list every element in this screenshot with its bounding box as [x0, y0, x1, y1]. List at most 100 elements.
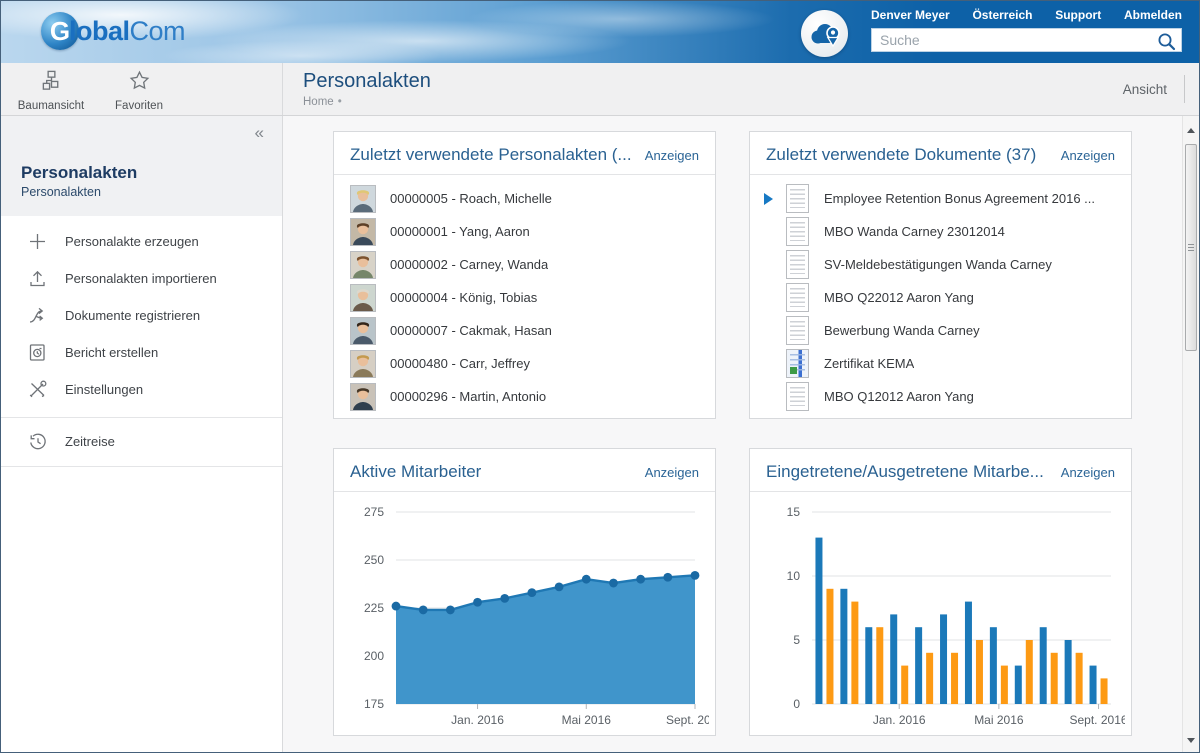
svg-text:250: 250 — [364, 553, 384, 567]
personnel-file-label: 00000007 - Cakmak, Hasan — [390, 323, 552, 338]
card-title: Eingetretene/Ausgetretene Mitarbe... — [766, 462, 1044, 482]
search-icon[interactable] — [1157, 32, 1176, 56]
svg-text:Mai 2016: Mai 2016 — [562, 713, 612, 727]
document-thumbnail-icon — [786, 217, 809, 246]
svg-text:10: 10 — [787, 569, 801, 583]
cloud-pin-icon[interactable] — [801, 10, 848, 57]
sidebar-item-personalakten-importieren[interactable]: Personalakten importieren — [1, 260, 282, 297]
divider — [1184, 75, 1185, 103]
personnel-file-item[interactable]: 00000001 - Yang, Aaron — [348, 215, 701, 248]
svg-text:Jan. 2016: Jan. 2016 — [451, 713, 504, 727]
avatar-photo — [350, 350, 376, 378]
user-name-link[interactable]: Denver Meyer — [871, 8, 950, 22]
app-window: G lobalCom Denver Meyer Österreich Support… — [0, 0, 1200, 753]
svg-text:175: 175 — [364, 697, 384, 711]
personnel-file-label: 00000002 - Carney, Wanda — [390, 257, 548, 272]
sidebar-header: « Personalakten Personalakten — [1, 116, 282, 216]
sidebar: « Personalakten Personalakten Personalak… — [1, 116, 283, 752]
document-label: Bewerbung Wanda Carney — [824, 323, 980, 338]
breadcrumb[interactable]: Home• — [303, 96, 1199, 108]
document-thumbnail-icon — [786, 316, 809, 345]
svg-text:0: 0 — [793, 697, 800, 711]
collapse-sidebar-button[interactable]: « — [21, 124, 264, 142]
svg-text:275: 275 — [364, 505, 384, 519]
sidebar-item-einstellungen[interactable]: Einstellungen — [1, 371, 282, 408]
page-title: Personalakten — [303, 70, 1199, 93]
personnel-file-item[interactable]: 00000480 - Carr, Jeffrey — [348, 347, 701, 380]
tree-view-button[interactable]: Baumansicht — [7, 63, 95, 115]
svg-text:Jan. 2016: Jan. 2016 — [873, 713, 926, 727]
support-link[interactable]: Support — [1055, 8, 1101, 22]
sidebar-item-zeitreise[interactable]: Zeitreise — [1, 423, 282, 460]
personnel-file-item[interactable]: 00000004 - König, Tobias — [348, 281, 701, 314]
document-item[interactable]: Employee Retention Bonus Agreement 2016 … — [764, 182, 1117, 215]
app-logo[interactable]: G lobalCom — [41, 12, 185, 50]
sidebar-item-label: Einstellungen — [65, 382, 143, 397]
sidebar-menu-secondary: Zeitreise — [1, 418, 282, 467]
country-link[interactable]: Österreich — [972, 8, 1032, 22]
sidebar-item-bericht-erstellen[interactable]: Bericht erstellen — [1, 334, 282, 371]
avatar-photo — [350, 383, 376, 411]
favorites-button[interactable]: Favoriten — [95, 63, 183, 115]
sidebar-item-dokumente-registrieren[interactable]: Dokumente registrieren — [1, 297, 282, 334]
active-employees-chart: 175200225250275Jan. 2016Mai 2016Sept. 20… — [334, 492, 715, 736]
document-label: Zertifikat KEMA — [824, 356, 914, 371]
dashboard: Zuletzt verwendete Personalakten (... An… — [283, 116, 1182, 752]
report-icon — [27, 342, 48, 363]
card-active-employees: Aktive Mitarbeiter Anzeigen 175200225250… — [333, 448, 716, 736]
show-link[interactable]: Anzeigen — [1061, 148, 1115, 163]
sidebar-item-personalakte-erzeugen[interactable]: Personalakte erzeugen — [1, 223, 282, 260]
logo-text: lobalCom — [69, 16, 185, 47]
document-thumbnail-icon — [786, 250, 809, 279]
plus-icon — [27, 231, 48, 252]
document-item[interactable]: MBO Wanda Carney 23012014 — [764, 215, 1117, 248]
vertical-scrollbar[interactable] — [1182, 116, 1199, 752]
sidebar-item-label: Personalakte erzeugen — [65, 234, 199, 249]
svg-text:15: 15 — [787, 505, 801, 519]
card-recent-documents: Zuletzt verwendete Dokumente (37) Anzeig… — [749, 131, 1132, 419]
search-input[interactable] — [872, 29, 1181, 51]
svg-text:5: 5 — [793, 633, 800, 647]
document-thumbnail-icon — [786, 382, 809, 411]
sidebar-menu: Personalakte erzeugen Personalakten impor… — [1, 216, 282, 418]
show-link[interactable]: Anzeigen — [1061, 465, 1115, 480]
sidebar-subtitle: Personalakten — [21, 185, 264, 199]
personnel-file-item[interactable]: 00000005 - Roach, Michelle — [348, 182, 701, 215]
document-item[interactable]: SV-Meldebestätigungen Wanda Carney — [764, 248, 1117, 281]
document-item[interactable]: Bewerbung Wanda Carney — [764, 314, 1117, 347]
view-button[interactable]: Ansicht — [1123, 82, 1167, 97]
document-thumbnail-icon — [786, 349, 809, 378]
scroll-down-button[interactable] — [1183, 732, 1199, 748]
history-icon — [27, 431, 48, 452]
document-label: SV-Meldebestätigungen Wanda Carney — [824, 257, 1052, 272]
scroll-up-button[interactable] — [1183, 122, 1199, 138]
register-icon — [27, 305, 48, 326]
document-item[interactable]: Zertifikat KEMA — [764, 347, 1117, 380]
document-item[interactable]: MBO Q12012 Aaron Yang — [764, 380, 1117, 413]
show-link[interactable]: Anzeigen — [645, 465, 699, 480]
show-link[interactable]: Anzeigen — [645, 148, 699, 163]
favorites-label: Favoriten — [115, 100, 163, 112]
sidebar-item-label: Zeitreise — [65, 434, 115, 449]
logout-link[interactable]: Abmelden — [1124, 8, 1182, 22]
personnel-file-item[interactable]: 00000296 - Martin, Antonio — [348, 380, 701, 413]
document-item[interactable]: MBO Q22012 Aaron Yang — [764, 281, 1117, 314]
upload-icon — [27, 268, 48, 289]
selected-arrow-icon — [764, 193, 786, 205]
sidebar-item-label: Bericht erstellen — [65, 345, 158, 360]
tree-view-label: Baumansicht — [18, 100, 84, 112]
tools-icon — [27, 379, 48, 400]
search-box — [871, 28, 1182, 52]
card-joined-left-employees: Eingetretene/Ausgetretene Mitarbe... Anz… — [749, 448, 1132, 736]
user-menu: Denver Meyer Österreich Support Abmelden — [871, 8, 1182, 22]
scrollbar-thumb[interactable] — [1185, 144, 1197, 351]
personnel-file-item[interactable]: 00000002 - Carney, Wanda — [348, 248, 701, 281]
avatar-photo — [350, 317, 376, 345]
document-label: MBO Wanda Carney 23012014 — [824, 224, 1005, 239]
card-recent-personnel-files: Zuletzt verwendete Personalakten (... An… — [333, 131, 716, 419]
personnel-file-label: 00000296 - Martin, Antonio — [390, 389, 546, 404]
avatar-photo — [350, 284, 376, 312]
personnel-file-item[interactable]: 00000007 - Cakmak, Hasan — [348, 314, 701, 347]
toolbar: Baumansicht Favoriten Personalakten Home… — [1, 63, 1199, 116]
card-title: Aktive Mitarbeiter — [350, 462, 481, 482]
